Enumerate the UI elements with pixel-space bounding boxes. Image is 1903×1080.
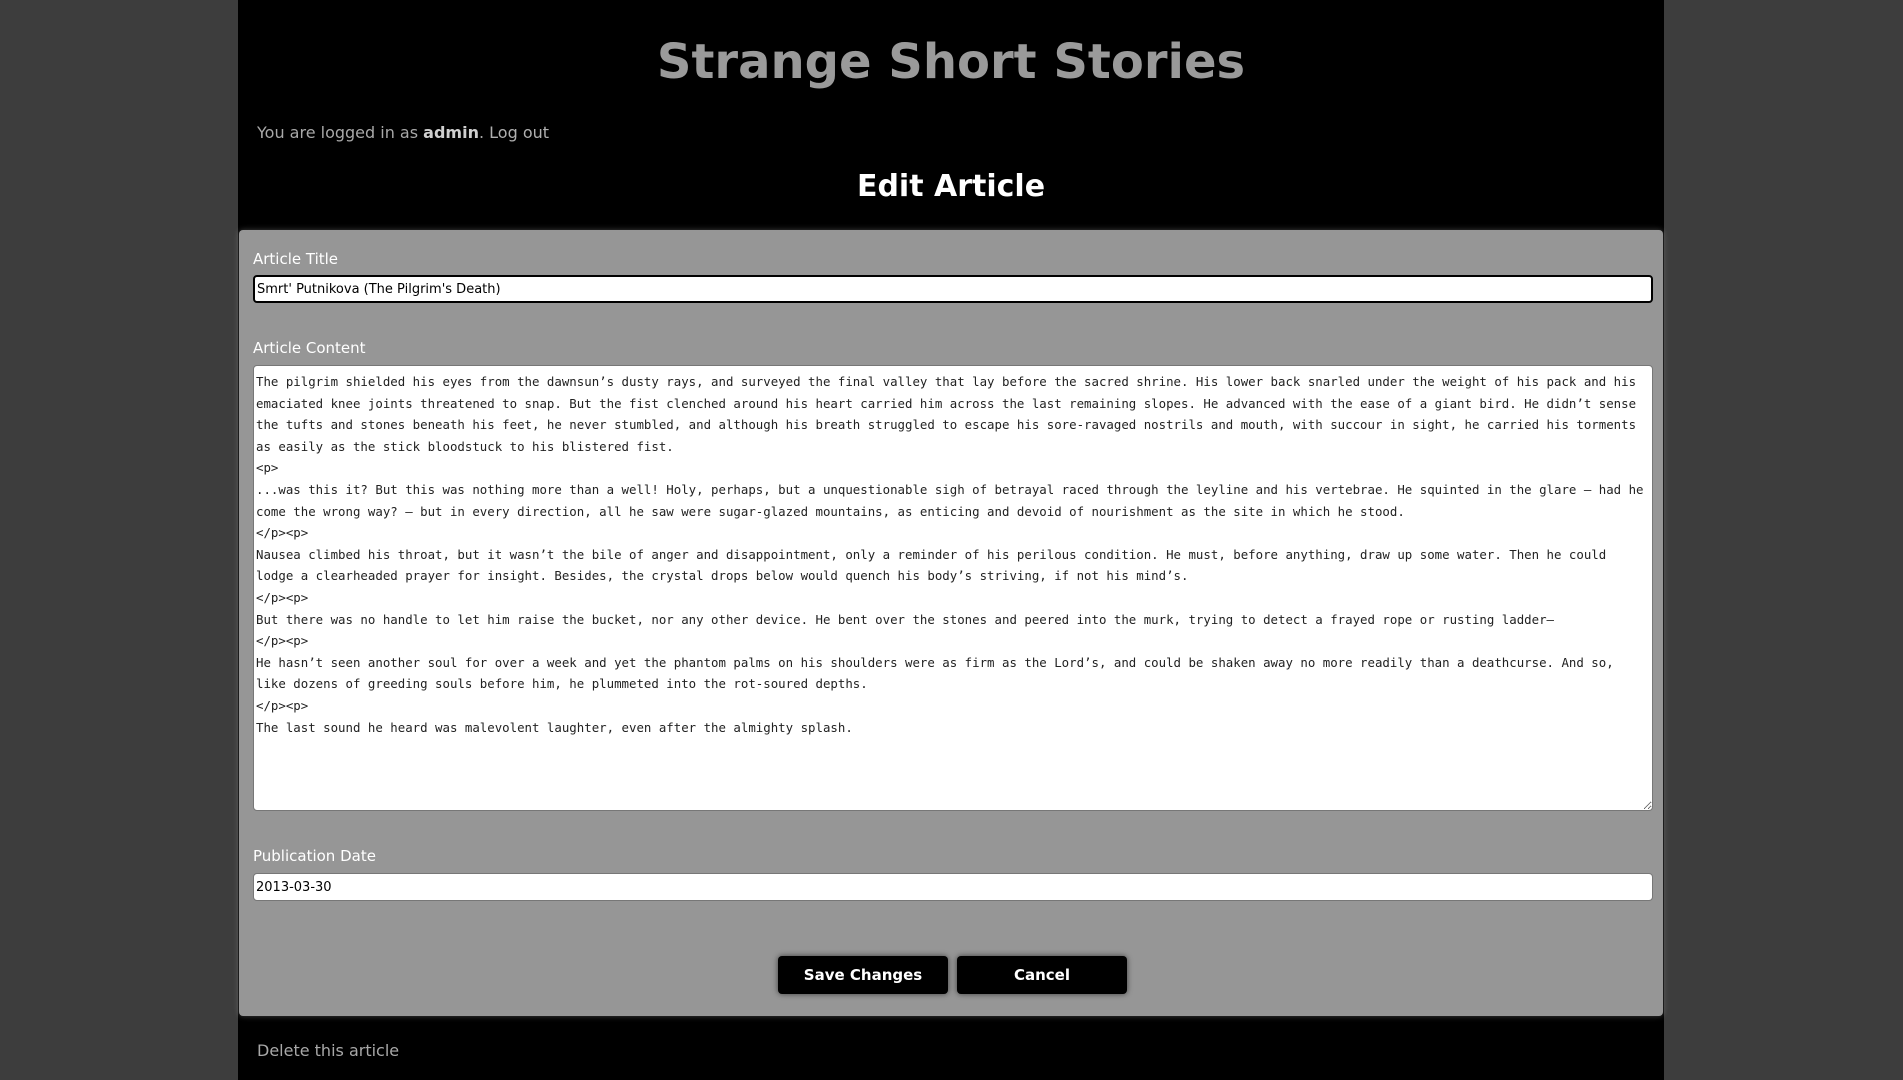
- save-changes-button[interactable]: Save Changes: [778, 956, 948, 994]
- delete-article-link[interactable]: Delete this article: [257, 1040, 399, 1062]
- login-separator: .: [478, 123, 485, 142]
- article-title-label: Article Title: [253, 250, 339, 268]
- edit-article-form: Article Title Article Content The pilgri…: [239, 230, 1663, 1016]
- article-content-label: Article Content: [253, 339, 366, 357]
- publication-date-label: Publication Date: [253, 847, 376, 865]
- page-heading: Edit Article: [856, 169, 1046, 204]
- login-prefix: You are logged in as: [257, 123, 419, 142]
- cancel-button[interactable]: Cancel: [957, 956, 1127, 994]
- logout-link[interactable]: Log out: [489, 123, 549, 142]
- page-container: Strange Short Stories You are logged in …: [238, 0, 1664, 1080]
- login-status: You are logged in as admin. Log out: [257, 122, 549, 144]
- article-title-input[interactable]: [253, 275, 1653, 303]
- article-content-textarea[interactable]: The pilgrim shielded his eyes from the d…: [253, 365, 1653, 811]
- login-username: admin: [423, 123, 479, 142]
- publication-date-input[interactable]: [253, 873, 1653, 901]
- site-title: Strange Short Stories: [656, 34, 1246, 90]
